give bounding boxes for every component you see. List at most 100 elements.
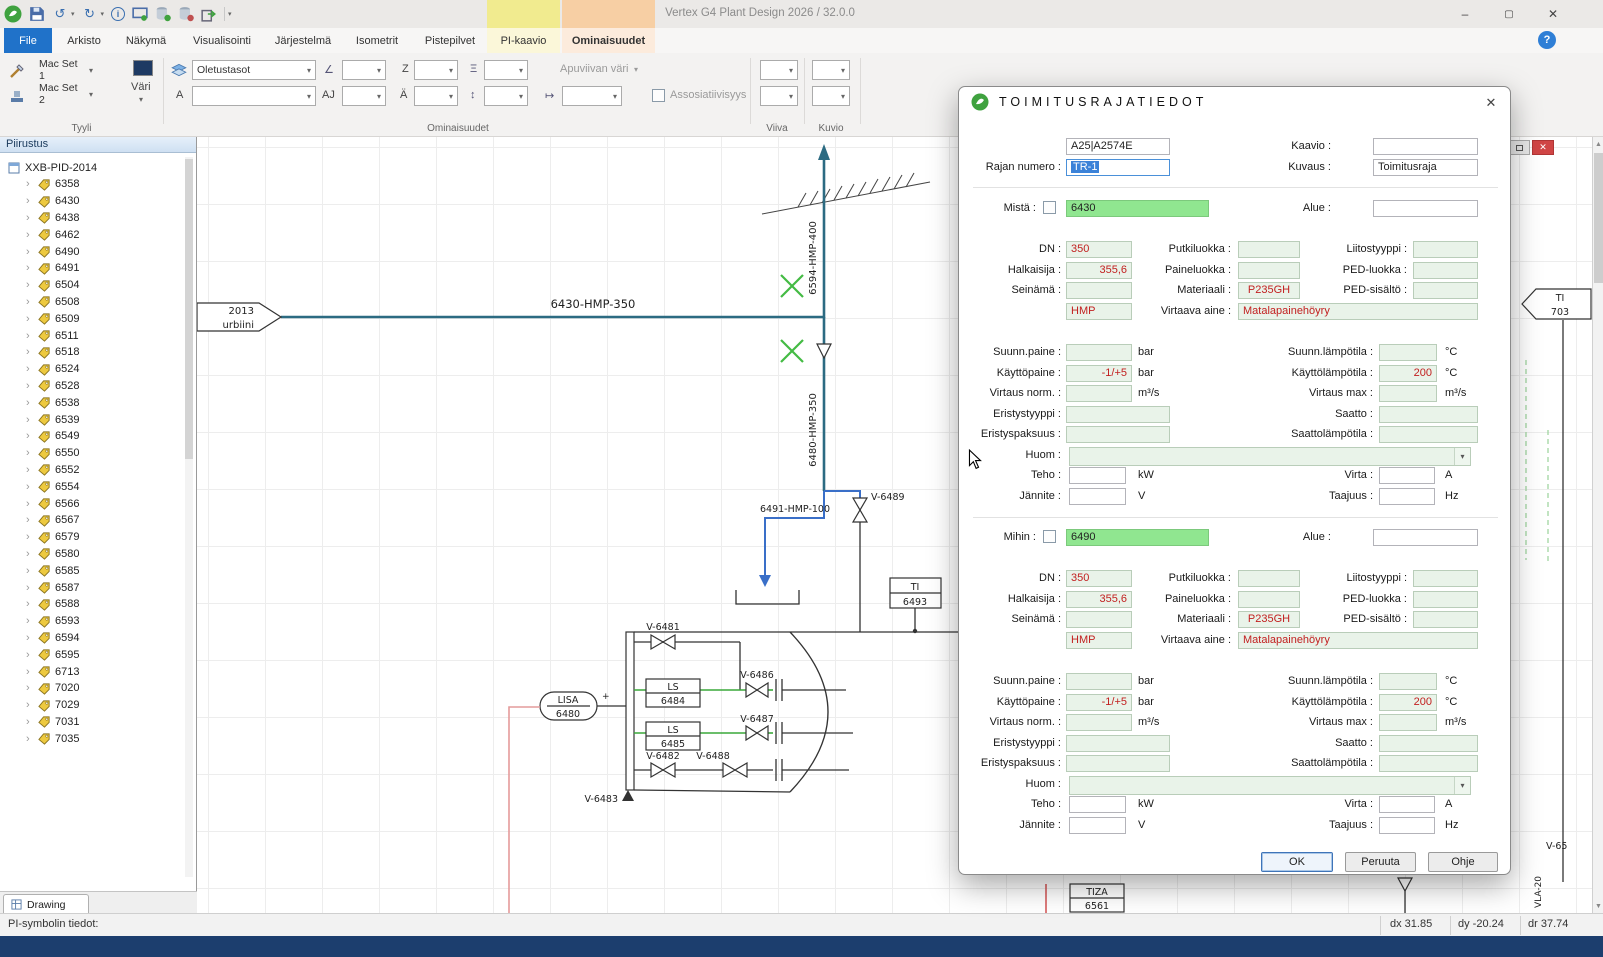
document-close-button[interactable]: ✕ bbox=[1532, 140, 1554, 155]
eristyspaksuus-field[interactable] bbox=[1066, 755, 1170, 772]
tree-item[interactable]: › 6491 bbox=[0, 260, 196, 277]
tree-root[interactable]: XXB-PID-2014 bbox=[0, 159, 196, 176]
valve-label-v6483[interactable]: V-6483 bbox=[584, 794, 618, 805]
color-swatch[interactable] bbox=[133, 60, 153, 76]
chevron-right-icon[interactable]: › bbox=[26, 447, 34, 459]
tree-item[interactable]: › 6594 bbox=[0, 630, 196, 647]
tree-item[interactable]: › 6554 bbox=[0, 478, 196, 495]
ok-button[interactable]: OK bbox=[1261, 852, 1333, 872]
slope-combo[interactable]: ▾ bbox=[342, 60, 386, 80]
tree-item[interactable]: › 6528 bbox=[0, 378, 196, 395]
alue-field[interactable] bbox=[1373, 200, 1478, 217]
tree-item[interactable]: › 6511 bbox=[0, 327, 196, 344]
tree-item[interactable]: › 6504 bbox=[0, 277, 196, 294]
tab-pi-kaavio[interactable]: PI-kaavio bbox=[487, 28, 560, 53]
associativity-checkbox[interactable] bbox=[652, 89, 665, 102]
source-tag[interactable]: 2013 urbiini bbox=[197, 303, 281, 331]
line-style-combo[interactable]: ▾ bbox=[760, 60, 798, 80]
valve-label-v6487[interactable]: V-6487 bbox=[740, 714, 774, 725]
virtaus-max-field[interactable] bbox=[1379, 714, 1437, 731]
mac-set-1-button[interactable]: Mac Set 1▾ bbox=[34, 60, 98, 80]
tree-item[interactable]: › 6593 bbox=[0, 613, 196, 630]
pattern-scale-combo[interactable]: ▾ bbox=[812, 86, 850, 106]
instrument-ls-6485[interactable]: LS 6485 bbox=[646, 722, 700, 750]
saatto-field[interactable] bbox=[1379, 406, 1478, 423]
chevron-right-icon[interactable]: › bbox=[26, 212, 34, 224]
eristyspaksuus-field[interactable] bbox=[1066, 426, 1170, 443]
ped-sisalto-field[interactable] bbox=[1413, 282, 1478, 299]
tree-item[interactable]: › 6550 bbox=[0, 445, 196, 462]
tab-visualisointi[interactable]: Visualisointi bbox=[180, 28, 264, 53]
saatto-field[interactable] bbox=[1379, 735, 1478, 752]
chevron-right-icon[interactable]: › bbox=[26, 363, 34, 375]
tree-item[interactable]: › 6588 bbox=[0, 596, 196, 613]
chevron-right-icon[interactable]: › bbox=[26, 531, 34, 543]
suunn-lampotila-field[interactable] bbox=[1379, 673, 1437, 690]
tree-item[interactable]: › 6713 bbox=[0, 663, 196, 680]
tree-scrollbar-thumb[interactable] bbox=[185, 159, 193, 459]
instrument-tiza-6561[interactable]: TIZA 6561 bbox=[1070, 884, 1124, 912]
close-button[interactable]: ✕ bbox=[1536, 4, 1570, 24]
tab-ominaisuudet[interactable]: Ominaisuudet bbox=[562, 28, 655, 53]
boundary-code-field[interactable]: A25|A2574E bbox=[1066, 138, 1170, 155]
tab-arkisto[interactable]: Arkisto bbox=[56, 28, 112, 53]
eristystyyppi-field[interactable] bbox=[1066, 735, 1170, 752]
format-painter-icon[interactable] bbox=[6, 60, 28, 82]
valve-label-v6486[interactable]: V-6486 bbox=[740, 670, 774, 681]
teho-field[interactable] bbox=[1069, 796, 1126, 813]
export-icon[interactable] bbox=[201, 6, 217, 22]
color-dropdown-icon[interactable]: ▾ bbox=[139, 95, 143, 104]
z-combo[interactable]: ▾ bbox=[414, 60, 458, 80]
database-settings-icon[interactable] bbox=[155, 6, 171, 22]
dialog-header[interactable]: TOIMITUSRAJATIEDOT bbox=[959, 87, 1510, 117]
tree-item[interactable]: › 6358 bbox=[0, 176, 196, 193]
tab-file[interactable]: File bbox=[4, 28, 52, 53]
chevron-right-icon[interactable]: › bbox=[26, 699, 34, 711]
levels-combo[interactable]: ▾ bbox=[484, 60, 528, 80]
rajan-numero-field[interactable]: TR-1 bbox=[1066, 159, 1170, 176]
instrument-ti-6493[interactable]: TI 6493 bbox=[890, 578, 941, 633]
chevron-right-icon[interactable]: › bbox=[26, 279, 34, 291]
screen-settings-icon[interactable] bbox=[132, 6, 148, 22]
taajuus-field[interactable] bbox=[1379, 817, 1435, 834]
paineluokka-field[interactable] bbox=[1238, 262, 1300, 279]
chevron-right-icon[interactable]: › bbox=[26, 582, 34, 594]
ae-combo[interactable]: ▾ bbox=[414, 86, 458, 106]
tree-item[interactable]: › 6538 bbox=[0, 394, 196, 411]
pipe-label-main[interactable]: 6430-HMP-350 bbox=[551, 297, 636, 311]
virta-field[interactable] bbox=[1379, 796, 1435, 813]
ped-sisalto-field[interactable] bbox=[1413, 611, 1478, 628]
tab-nakyma[interactable]: Näkymä bbox=[116, 28, 176, 53]
pipe-lines[interactable] bbox=[281, 144, 830, 491]
taajuus-field[interactable] bbox=[1379, 488, 1435, 505]
tree-item[interactable]: › 6567 bbox=[0, 512, 196, 529]
chevron-right-icon[interactable]: › bbox=[26, 649, 34, 661]
tree-scrollbar[interactable] bbox=[185, 157, 193, 877]
redo-icon[interactable]: ↻ bbox=[82, 6, 98, 22]
info-icon[interactable]: i bbox=[111, 7, 125, 21]
customize-toolbar-icon[interactable]: ▾ bbox=[228, 10, 232, 18]
chevron-right-icon[interactable]: › bbox=[26, 498, 34, 510]
kayttopaine-field[interactable]: -1/+5 bbox=[1066, 694, 1132, 711]
tree-item[interactable]: › 6585 bbox=[0, 562, 196, 579]
chevron-right-icon[interactable]: › bbox=[26, 195, 34, 207]
chevron-right-icon[interactable]: › bbox=[26, 565, 34, 577]
ped-luokka-field[interactable] bbox=[1413, 262, 1478, 279]
huom-combo[interactable]: ▾ bbox=[1069, 447, 1471, 466]
jannite-field[interactable] bbox=[1069, 488, 1126, 505]
section-checkbox[interactable] bbox=[1043, 201, 1056, 214]
mac-set-2-button[interactable]: Mac Set 2▾ bbox=[34, 84, 98, 104]
virtaus-norm-field[interactable] bbox=[1066, 385, 1132, 402]
redo-dropdown-icon[interactable]: ▾ bbox=[101, 10, 105, 18]
tree-item[interactable]: › 6462 bbox=[0, 226, 196, 243]
chevron-right-icon[interactable]: › bbox=[26, 346, 34, 358]
huom-combo[interactable]: ▾ bbox=[1069, 776, 1471, 795]
chevron-right-icon[interactable]: › bbox=[26, 296, 34, 308]
minimize-button[interactable]: – bbox=[1448, 4, 1482, 24]
scrollbar-thumb[interactable] bbox=[1594, 153, 1603, 283]
tab-pistepilvet[interactable]: Pistepilvet bbox=[416, 28, 484, 53]
instrument-lisa-6480[interactable]: LISA 6480 + bbox=[540, 692, 626, 720]
tab-drawing[interactable]: Drawing bbox=[3, 894, 89, 914]
valve-label-v6481[interactable]: V-6481 bbox=[646, 622, 680, 633]
tree-item[interactable]: › 6509 bbox=[0, 310, 196, 327]
